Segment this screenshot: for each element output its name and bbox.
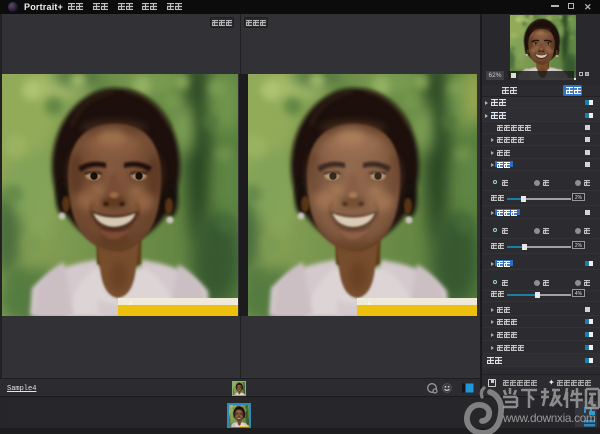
svg-text:www.downxia.com: www.downxia.com [502,411,596,425]
